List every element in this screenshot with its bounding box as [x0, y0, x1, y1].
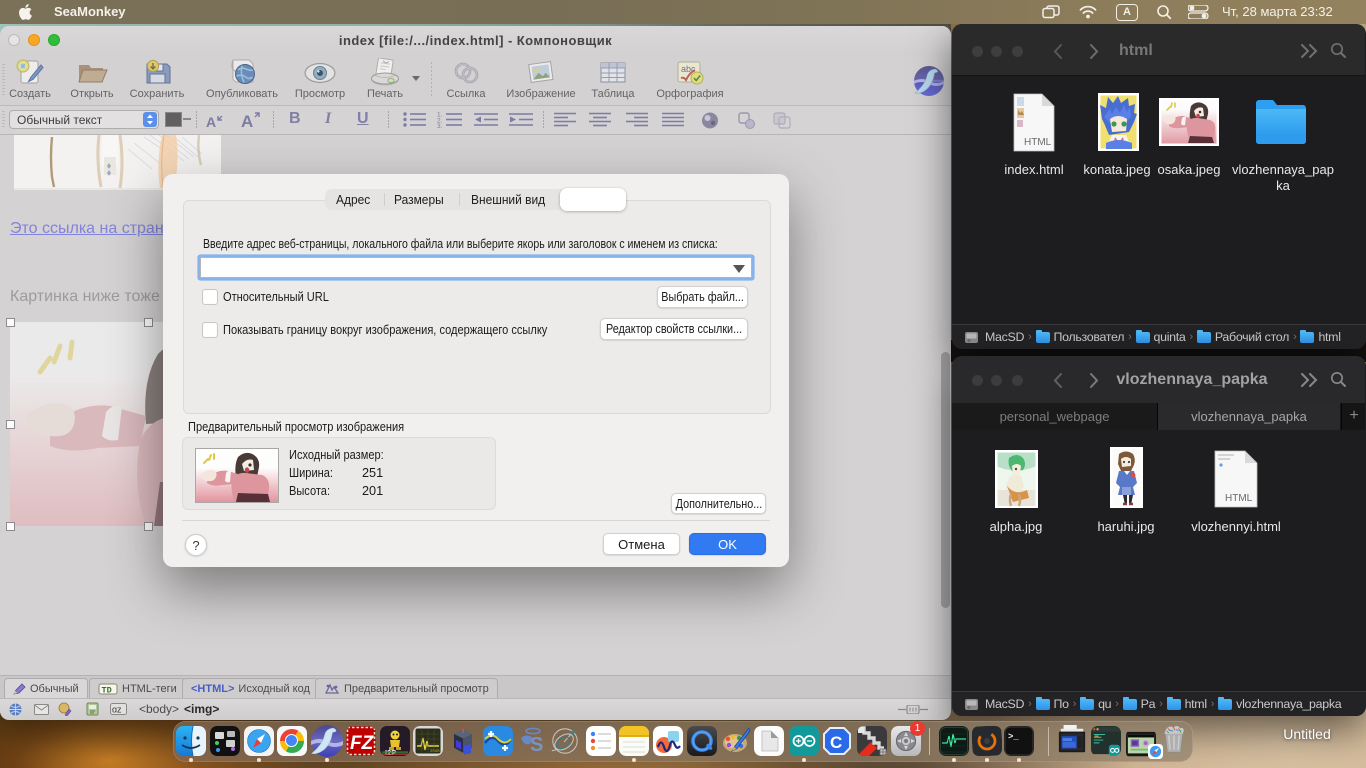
svg-text:TD: TD — [102, 686, 112, 696]
svg-text:20dB: 20dB — [430, 749, 440, 754]
svg-text:HTML: HTML — [1024, 137, 1052, 148]
svg-text:A: A — [241, 112, 253, 130]
svg-text:C: C — [830, 733, 842, 752]
svg-text:3.: 3. — [437, 123, 443, 128]
svg-text:S: S — [530, 734, 543, 756]
svg-text:FZ: FZ — [350, 733, 375, 754]
svg-text:A: A — [206, 114, 216, 130]
svg-text:>_: >_ — [1008, 732, 1019, 742]
svg-text:ɑz: ɑz — [112, 705, 122, 715]
svg-text:HTML: HTML — [1225, 493, 1253, 504]
